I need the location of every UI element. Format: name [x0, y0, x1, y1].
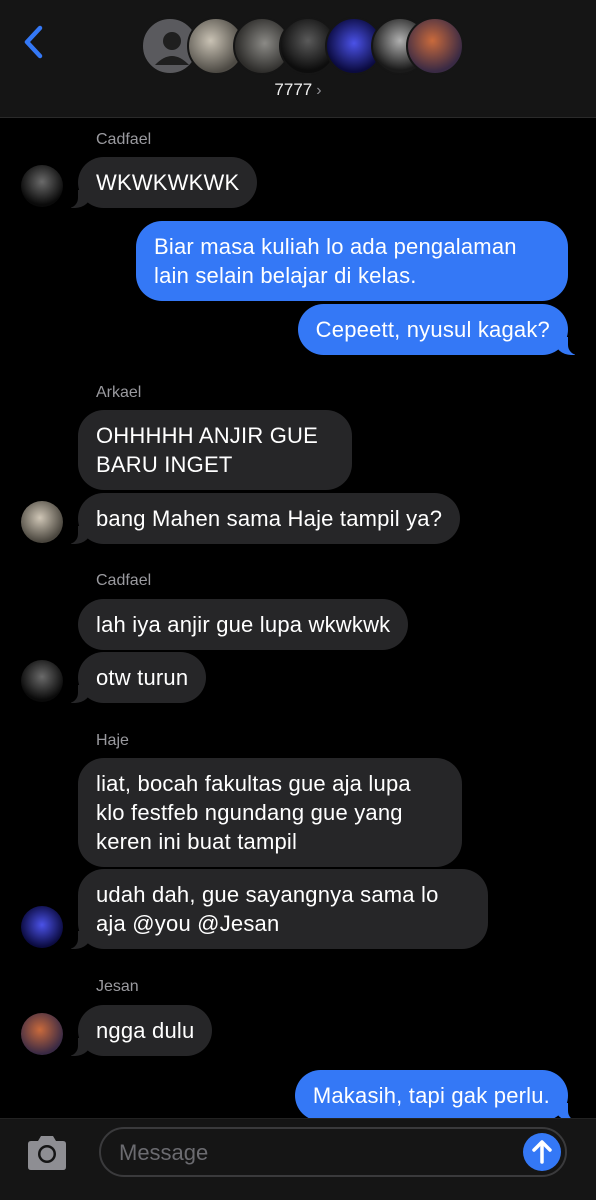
conversation-header: 7777 › [0, 0, 596, 118]
message-field[interactable] [99, 1127, 567, 1177]
message-text: Makasih, tapi gak perlu. [312, 1083, 550, 1108]
message-bubble-outgoing[interactable]: Makasih, tapi gak perlu. [294, 1070, 579, 1121]
arrow-up-icon [532, 1140, 552, 1164]
sender-name: Haje [96, 732, 129, 749]
composer-bar [0, 1118, 596, 1200]
message-bubble-incoming[interactable]: liat, bocah fakultas gue aja lupa klo fe… [78, 758, 462, 867]
send-button[interactable] [523, 1133, 561, 1171]
sender-name: Cadfael [96, 572, 152, 589]
avatar [406, 17, 464, 75]
message-text: OHHHHH ANJIR GUE BARU INGET [96, 423, 318, 477]
message-text: bang Mahen sama Haje tampil ya? [96, 506, 443, 531]
camera-button[interactable] [24, 1133, 70, 1173]
message-bubble-incoming[interactable]: bang Mahen sama Haje tampil ya? [67, 493, 461, 544]
message-text: Cepeett, nyusul kagak? [315, 317, 550, 342]
group-name[interactable]: 7777 › [0, 80, 596, 100]
message-bubble-incoming[interactable]: OHHHHH ANJIR GUE BARU INGET [78, 410, 352, 490]
message-text: WKWKWKWK [96, 170, 240, 195]
message-text: ngga dulu [96, 1018, 195, 1043]
message-bubble-incoming[interactable]: lah iya anjir gue lupa wkwkwk [78, 599, 409, 650]
camera-icon [28, 1136, 66, 1170]
sender-name: Arkael [96, 384, 142, 401]
avatar [21, 906, 63, 948]
message-text: Biar masa kuliah lo ada pengalaman lain … [154, 234, 517, 288]
message-text: udah dah, gue sayangnya sama lo aja @you… [96, 882, 439, 936]
group-name-label: 7777 [274, 80, 313, 99]
message-text: liat, bocah fakultas gue aja lupa klo fe… [96, 771, 411, 854]
avatar [21, 1013, 63, 1055]
chevron-right-icon: › [316, 82, 322, 99]
back-button[interactable] [18, 22, 52, 62]
message-bubble-incoming[interactable]: otw turun [67, 652, 207, 703]
avatar [21, 165, 63, 207]
group-avatars[interactable] [141, 17, 464, 77]
message-bubble-incoming[interactable]: WKWKWKWK [67, 157, 258, 208]
sender-name: Jesan [96, 978, 139, 995]
message-bubble-outgoing[interactable]: Cepeett, nyusul kagak? [297, 304, 579, 355]
sender-name: Cadfael [96, 131, 152, 148]
message-input[interactable] [119, 1139, 499, 1167]
message-bubble-incoming[interactable]: ngga dulu [67, 1005, 213, 1056]
message-bubble-incoming[interactable]: udah dah, gue sayangnya sama lo aja @you… [68, 869, 488, 949]
message-text: lah iya anjir gue lupa wkwkwk [96, 612, 391, 637]
message-text: otw turun [96, 665, 189, 690]
message-bubble-outgoing[interactable]: Biar masa kuliah lo ada pengalaman lain … [136, 221, 568, 301]
avatar [21, 501, 63, 543]
avatar [21, 660, 63, 702]
chevron-left-icon [24, 25, 43, 59]
